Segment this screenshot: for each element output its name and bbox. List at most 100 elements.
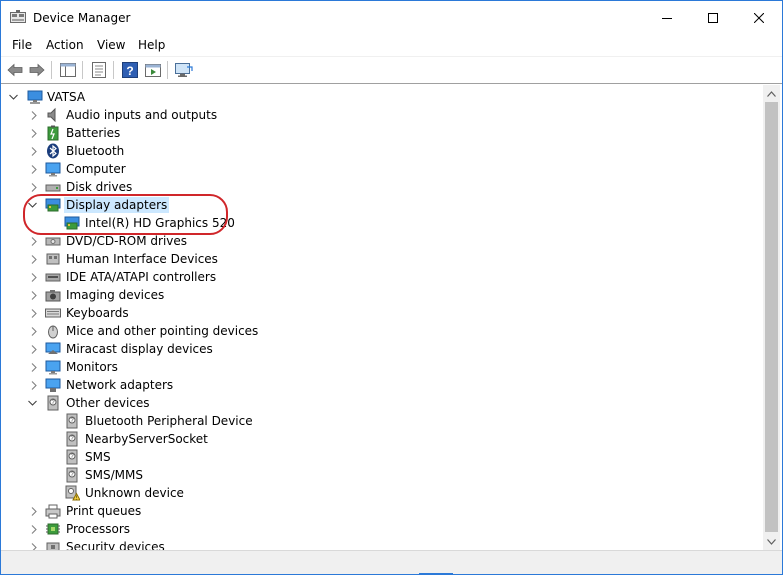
properties-button[interactable] <box>89 60 109 80</box>
tree-category[interactable]: Miracast display devices <box>1 340 761 358</box>
run-button[interactable] <box>143 60 163 80</box>
tree-device[interactable]: ? NearbyServerSocket <box>1 430 761 448</box>
tree-category[interactable]: Print queues <box>1 502 761 520</box>
chevron-right-icon[interactable] <box>29 290 39 300</box>
keyboard-icon <box>45 305 61 321</box>
chevron-right-icon[interactable] <box>29 362 39 372</box>
show-hide-tree-button[interactable] <box>58 60 78 80</box>
tree-category[interactable]: Imaging devices <box>1 286 761 304</box>
scroll-down-button[interactable] <box>763 533 780 550</box>
tree-category-label: Audio inputs and outputs <box>66 108 218 122</box>
miracast-icon <box>45 341 61 357</box>
chevron-right-icon[interactable] <box>29 272 39 282</box>
tree-category[interactable]: Mice and other pointing devices <box>1 322 761 340</box>
computer-icon <box>45 161 61 177</box>
tree-category[interactable]: Processors <box>1 520 761 538</box>
close-button[interactable] <box>736 1 782 34</box>
chevron-right-icon[interactable] <box>29 236 39 246</box>
tree-category-label: Network adapters <box>66 378 174 392</box>
forward-icon <box>29 63 45 77</box>
chevron-right-icon[interactable] <box>29 380 39 390</box>
tree-category[interactable]: DVD/CD-ROM drives <box>1 232 761 250</box>
chevron-up-icon <box>767 90 776 97</box>
chevron-right-icon[interactable] <box>29 506 39 516</box>
tree-category[interactable]: Monitors <box>1 358 761 376</box>
help-button[interactable]: ? <box>120 60 140 80</box>
tree-category-label: Display adapters <box>64 197 170 213</box>
chevron-right-icon[interactable] <box>29 524 39 534</box>
tree-device-label: Unknown device <box>85 486 184 500</box>
menu-help[interactable]: Help <box>136 37 167 53</box>
computer-icon <box>27 89 43 105</box>
tree-category[interactable]: Network adapters <box>1 376 761 394</box>
tree-category-label: Print queues <box>66 504 142 518</box>
tree-category[interactable]: Batteries <box>1 124 761 142</box>
back-button[interactable] <box>5 60 25 80</box>
tree-category-label: Computer <box>66 162 126 176</box>
toolbar-separator <box>167 61 168 79</box>
chevron-down-icon[interactable] <box>27 200 37 210</box>
processor-icon <box>45 521 61 537</box>
vertical-scrollbar[interactable] <box>763 85 780 550</box>
chevron-right-icon[interactable] <box>29 146 39 156</box>
unknown-device-icon: ? <box>64 431 80 447</box>
chevron-right-icon[interactable] <box>29 326 39 336</box>
chevron-right-icon[interactable] <box>29 308 39 318</box>
menu-bar: File Action View Help <box>1 34 782 55</box>
tree-device-label: NearbyServerSocket <box>85 432 208 446</box>
unknown-device-icon: ? <box>45 395 61 411</box>
scrollbar-thumb[interactable] <box>765 102 778 532</box>
minimize-button[interactable] <box>644 1 690 34</box>
chevron-right-icon[interactable] <box>29 542 39 550</box>
chevron-right-icon[interactable] <box>29 254 39 264</box>
tree-category[interactable]: Disk drives <box>1 178 761 196</box>
chevron-down-icon <box>767 538 776 545</box>
tree-category-label: Processors <box>66 522 131 536</box>
menu-view[interactable]: View <box>95 37 127 53</box>
ide-controller-icon <box>45 269 61 285</box>
tree-category-label: Keyboards <box>66 306 129 320</box>
tree-device[interactable]: Intel(R) HD Graphics 520 <box>1 214 761 232</box>
chevron-right-icon[interactable] <box>29 182 39 192</box>
chevron-right-icon[interactable] <box>29 164 39 174</box>
menu-file[interactable]: File <box>10 37 34 53</box>
chevron-down-icon[interactable] <box>27 398 37 408</box>
title-bar[interactable]: Device Manager <box>1 1 782 34</box>
tree-category[interactable]: Security devices <box>1 538 761 550</box>
unknown-device-icon: ? <box>64 467 80 483</box>
scan-hardware-button[interactable] <box>174 60 194 80</box>
tree-category[interactable]: Keyboards <box>1 304 761 322</box>
camera-icon <box>45 287 61 303</box>
chevron-right-icon[interactable] <box>29 110 39 120</box>
device-tree[interactable]: VATSA Audio inputs and outputs Batteries Bl… <box>1 85 763 550</box>
tree-category-label: IDE ATA/ATAPI controllers <box>66 270 217 284</box>
show-hide-tree-icon <box>60 63 76 77</box>
tree-category-label: Batteries <box>66 126 121 140</box>
tree-device[interactable]: ? SMS/MMS <box>1 466 761 484</box>
tree-device[interactable]: ? Bluetooth Peripheral Device <box>1 412 761 430</box>
tree-category[interactable]: Display adapters <box>1 196 761 214</box>
device-manager-window: Device Manager File Action View Help ? V… <box>0 0 783 575</box>
tree-category[interactable]: Computer <box>1 160 761 178</box>
scroll-up-button[interactable] <box>763 85 780 102</box>
tree-category[interactable]: ? Other devices <box>1 394 761 412</box>
tree-category[interactable]: Human Interface Devices <box>1 250 761 268</box>
battery-icon <box>45 125 61 141</box>
scan-hardware-icon <box>175 63 193 77</box>
tree-root[interactable]: VATSA <box>1 88 761 106</box>
tree-device[interactable]: ! Unknown device <box>1 484 761 502</box>
window-title: Device Manager <box>33 11 131 25</box>
tree-category-label: Security devices <box>66 540 165 550</box>
forward-button[interactable] <box>27 60 47 80</box>
tree-device[interactable]: ? SMS <box>1 448 761 466</box>
chevron-right-icon[interactable] <box>29 344 39 354</box>
tree-category[interactable]: IDE ATA/ATAPI controllers <box>1 268 761 286</box>
maximize-button[interactable] <box>690 1 736 34</box>
disk-drive-icon <box>45 179 61 195</box>
tree-category[interactable]: Bluetooth <box>1 142 761 160</box>
chevron-right-icon[interactable] <box>29 128 39 138</box>
menu-action[interactable]: Action <box>44 37 86 53</box>
toolbar-separator <box>51 61 52 79</box>
chevron-down-icon[interactable] <box>8 92 18 102</box>
tree-category[interactable]: Audio inputs and outputs <box>1 106 761 124</box>
